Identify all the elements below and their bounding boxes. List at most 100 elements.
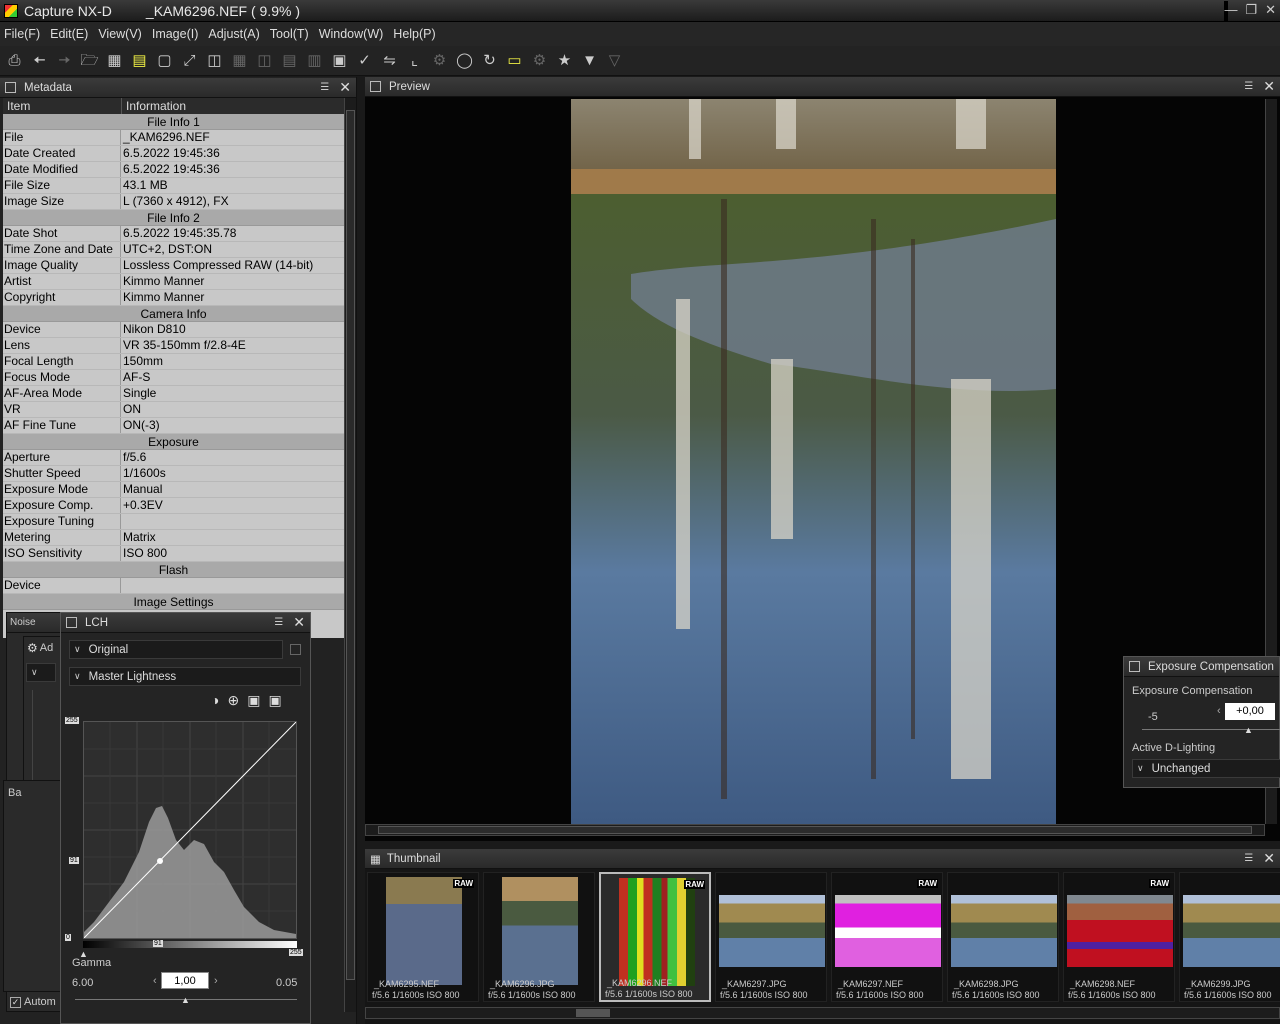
decrement-icon[interactable]: ‹ [153,975,157,987]
panel-menu-icon[interactable]: ☰ [1244,81,1253,92]
thumbnail-item[interactable]: RAW _KAM6295.NEF f/5.6 1/1600s ISO 800 [367,872,479,1002]
thumbnail-scrollbar[interactable] [365,1007,1280,1019]
minimize-icon[interactable]: — [1224,2,1237,18]
decrement-icon[interactable]: ‹ [1217,705,1221,717]
close-icon[interactable]: ✕ [1263,78,1275,95]
restore-icon[interactable]: ❐ [1245,2,1257,18]
thumbnail-image[interactable] [1183,895,1280,967]
preview-image[interactable] [571,99,1056,824]
menu-item-tool[interactable]: Tool(T) [270,27,309,41]
thumbnail-image[interactable] [502,877,578,985]
reset-curve-icon[interactable]: ▣ [247,692,260,709]
filmstrip-view-icon[interactable]: ▤ [129,50,150,71]
output-max-marker[interactable]: 255 [289,949,303,956]
auto-label: Autom [24,996,56,1008]
thumbnail-image[interactable] [719,895,825,967]
close-icon[interactable]: ✕ [339,79,351,96]
thumbnail-item[interactable]: RAW _KAM6296.NEF f/5.6 1/1600s ISO 800 [599,872,711,1002]
column-header-information[interactable]: Information [122,98,344,114]
close-icon[interactable]: ✕ [1263,850,1275,867]
straighten-icon[interactable]: ⇋ [379,50,400,71]
exposure-slider-handle[interactable]: ▲ [1244,725,1253,735]
preset-dropdown[interactable]: ∨ Original [69,640,283,659]
compare-four-icon[interactable]: ▦ [229,50,250,71]
panel-menu-icon[interactable]: ☰ [320,82,329,93]
metadata-value: 6.5.2022 19:45:36 [123,162,220,176]
crop-icon[interactable]: ⌞ [404,50,425,71]
preview-hscrollbar[interactable] [365,824,1265,836]
thumbnail-item[interactable]: _KAM6297.JPG f/5.6 1/1600s ISO 800 [715,872,827,1002]
reset-checkbox[interactable] [290,644,301,655]
eyedropper-icon[interactable]: ✓ [354,50,375,71]
display-icon[interactable]: ▭ [504,50,525,71]
exposure-slider-track[interactable] [1142,729,1280,730]
batch-palette-title[interactable]: Ba [4,781,60,805]
menu-item-view[interactable]: View(V) [98,27,142,41]
menu-item-help[interactable]: Help(P) [393,27,435,41]
gamma-slider-handle[interactable]: ▲ [181,995,190,1005]
thumbnail-item[interactable]: RAW _KAM6297.NEF f/5.6 1/1600s ISO 800 [831,872,943,1002]
channel-dropdown[interactable]: ∨ Master Lightness [69,667,301,686]
single-view-icon[interactable]: ▢ [154,50,175,71]
metadata-value: Nikon D810 [123,322,186,336]
thumbnail-item[interactable]: RAW _KAM6298.NEF f/5.6 1/1600s ISO 800 [1063,872,1175,1002]
noise-palette-title[interactable]: Noise [10,617,36,628]
star-icon[interactable]: ★ [554,50,575,71]
rotate-icon[interactable]: ↻ [479,50,500,71]
panel-menu-icon[interactable]: ☰ [1244,853,1253,864]
thumbnail-exposure-info: f/5.6 1/1600s ISO 800 [720,990,808,1000]
thumbnail-image[interactable] [835,895,941,967]
fullscreen-icon[interactable]: ⤢ [179,50,200,71]
output-mid-marker[interactable]: 91 [153,940,163,947]
open-folder-icon[interactable]: 🗁 [79,50,100,71]
thumbnail-item[interactable]: _KAM6299.JPG f/5.6 1/1600s ISO 800 [1179,872,1280,1002]
auto-checkbox[interactable]: ✓ [10,996,21,1008]
metadata-value [121,578,344,593]
thumbnail-item[interactable]: _KAM6296.JPG f/5.6 1/1600s ISO 800 [483,872,595,1002]
metadata-value: +0.3EV [123,498,163,512]
back-arrow-icon[interactable]: 🠄 [29,50,50,71]
crosshair-icon[interactable]: ⊕ [227,692,239,709]
settings-gear-icon[interactable]: ⚙ [529,50,550,71]
forward-arrow-icon[interactable]: 🠆 [54,50,75,71]
reset-all-icon[interactable]: ▣ [268,692,281,709]
compare-two-icon[interactable]: ◫ [254,50,275,71]
split-view-icon[interactable]: ▥ [304,50,325,71]
curve-graph[interactable] [83,721,297,939]
menu-item-window[interactable]: Window(W) [319,27,384,41]
contrast-icon[interactable]: ◑ [211,692,219,709]
increment-icon[interactable]: › [214,975,218,987]
zoom-fit-icon[interactable]: ▣ [329,50,350,71]
metadata-key: Time Zone and Date [3,242,121,257]
filter-options-icon[interactable]: ▽ [604,50,625,71]
adjust-dropdown[interactable]: ∨ [26,663,56,682]
menu-item-file[interactable]: File(F) [4,27,40,41]
menu-item-image[interactable]: Image(I) [152,27,199,41]
exposure-input[interactable]: +0,00 [1225,703,1275,720]
thumbnail-image[interactable] [951,895,1057,967]
column-header-item[interactable]: Item [3,98,122,114]
retouch-icon[interactable]: ⚙ [429,50,450,71]
panel-menu-icon[interactable]: ☰ [274,617,283,628]
dlighting-dropdown[interactable]: ∨ Unchanged [1132,759,1280,778]
gamma-input[interactable]: 1,00 [161,972,209,989]
close-icon[interactable]: ✕ [293,614,305,631]
auto-retouch-icon[interactable]: ◯ [454,50,475,71]
metadata-scrollbar[interactable] [344,98,356,1012]
thumbnail-image[interactable] [1067,895,1173,967]
adjust-palette-title[interactable]: Ad [40,642,53,654]
grid-view-icon[interactable]: ▦ [104,50,125,71]
thumbnail-image[interactable] [619,878,695,986]
before-after-icon[interactable]: ▤ [279,50,300,71]
thumbnail-item[interactable]: _KAM6298.JPG f/5.6 1/1600s ISO 800 [947,872,1059,1002]
filter-icon[interactable]: ▼ [579,50,600,71]
menu-item-adjust[interactable]: Adjust(A) [208,27,259,41]
document-name: _KAM6296.NEF ( 9.9% ) [145,3,300,19]
thumbnail-image[interactable] [386,877,462,985]
compare-icon[interactable]: ◫ [204,50,225,71]
close-icon[interactable]: ✕ [1265,2,1276,18]
curve-editor[interactable] [83,721,297,939]
print-icon[interactable]: ⎙ [4,50,25,71]
curve-point [157,858,163,864]
menu-item-edit[interactable]: Edit(E) [50,27,88,41]
